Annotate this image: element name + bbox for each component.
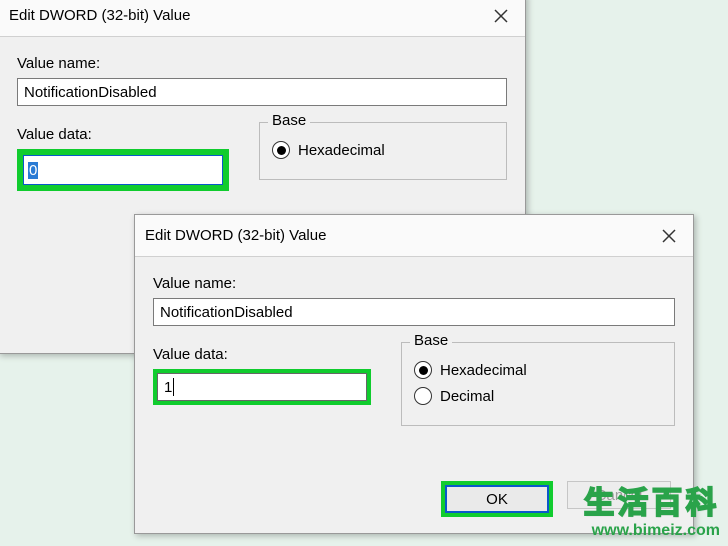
close-icon xyxy=(494,9,508,23)
dialog-body-front: Value name: Value data: 1 Base Hexadecim… xyxy=(135,257,693,440)
radio-icon xyxy=(414,387,432,405)
value-data-label: Value data: xyxy=(153,346,371,363)
close-icon xyxy=(662,229,676,243)
value-data-column: Value data: 0 xyxy=(17,122,229,191)
titlebar-back: Edit DWORD (32-bit) Value xyxy=(0,0,525,37)
radio-hexadecimal[interactable]: Hexadecimal xyxy=(272,141,494,159)
highlight-ok-button: OK xyxy=(441,481,553,517)
ok-button[interactable]: OK xyxy=(445,485,549,513)
titlebar-front: Edit DWORD (32-bit) Value xyxy=(135,215,693,257)
dialog-title: Edit DWORD (32-bit) Value xyxy=(9,7,190,24)
dialog-buttons: OK Cancel xyxy=(441,481,671,517)
radio-icon xyxy=(272,141,290,159)
value-name-label: Value name: xyxy=(153,275,675,292)
value-data-text: 0 xyxy=(28,162,38,179)
radio-decimal[interactable]: Decimal xyxy=(414,387,662,405)
base-legend: Base xyxy=(268,112,310,129)
value-data-text: 1 xyxy=(164,379,172,396)
radio-label: Hexadecimal xyxy=(440,362,527,379)
base-legend: Base xyxy=(410,332,452,349)
close-button[interactable] xyxy=(655,222,683,250)
value-data-field[interactable]: 0 xyxy=(23,155,223,185)
value-data-column: Value data: 1 xyxy=(153,342,371,426)
highlight-value-data-back: 0 xyxy=(17,149,229,191)
radio-label: Decimal xyxy=(440,388,494,405)
text-caret xyxy=(173,378,174,396)
value-name-field[interactable] xyxy=(153,298,675,326)
dialog-body-back: Value name: Value data: 0 Base Hexadecim… xyxy=(0,37,525,205)
dialog-title: Edit DWORD (32-bit) Value xyxy=(145,227,326,244)
cancel-button[interactable]: Cancel xyxy=(567,481,671,509)
value-data-label: Value data: xyxy=(17,126,229,143)
highlight-value-data-front: 1 xyxy=(153,369,371,405)
base-groupbox: Base Hexadecimal xyxy=(259,122,507,180)
base-groupbox: Base Hexadecimal Decimal xyxy=(401,342,675,426)
close-button[interactable] xyxy=(487,2,515,30)
radio-icon xyxy=(414,361,432,379)
edit-dword-dialog-front: Edit DWORD (32-bit) Value Value name: Va… xyxy=(134,214,694,534)
base-column: Base Hexadecimal xyxy=(259,122,507,191)
base-column: Base Hexadecimal Decimal xyxy=(401,342,675,426)
value-data-field[interactable]: 1 xyxy=(157,373,367,401)
radio-label: Hexadecimal xyxy=(298,142,385,159)
value-name-label: Value name: xyxy=(17,55,507,72)
radio-hexadecimal[interactable]: Hexadecimal xyxy=(414,361,662,379)
value-name-field[interactable] xyxy=(17,78,507,106)
